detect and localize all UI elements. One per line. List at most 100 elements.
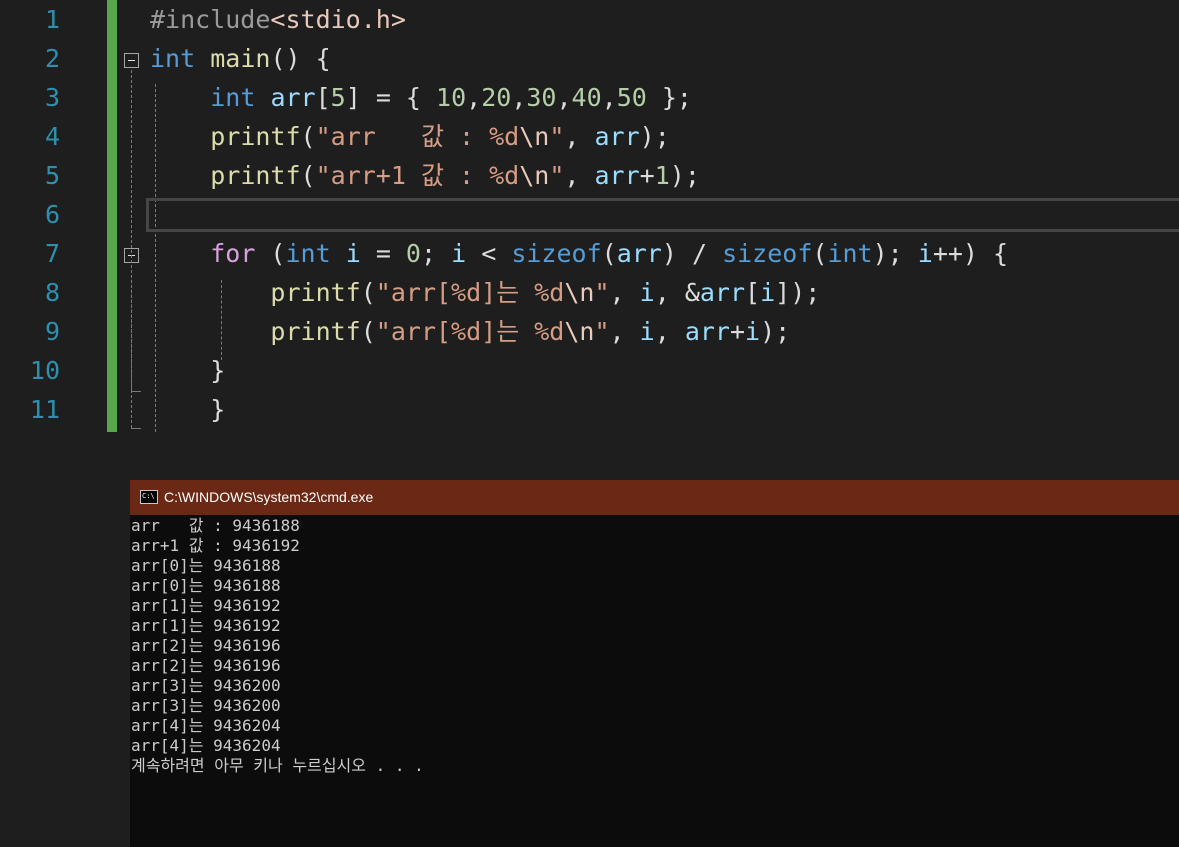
- code-token: sizeof: [511, 239, 602, 268]
- code-token: i: [745, 317, 761, 346]
- code-token: i: [917, 239, 933, 268]
- code-token: ;: [420, 239, 452, 268]
- code-token: ,: [654, 317, 685, 346]
- line-number: 10: [29, 356, 60, 385]
- code-token: ": [594, 278, 610, 307]
- code-token: (: [360, 317, 376, 346]
- outline-guide-end: [131, 428, 141, 429]
- code-token: (: [812, 239, 828, 268]
- code-line[interactable]: printf("arr 값 : %d\n", arr);: [150, 117, 670, 156]
- code-token: \n: [519, 161, 550, 190]
- line-number: 6: [44, 200, 60, 229]
- code-line[interactable]: }: [150, 390, 225, 429]
- line-number: 9: [44, 317, 60, 346]
- code-token: int: [827, 239, 873, 268]
- code-token: 30: [526, 83, 557, 112]
- change-indicator-bar: [107, 0, 117, 432]
- code-token: <stdio.h>: [270, 5, 406, 34]
- code-token: ,: [609, 278, 640, 307]
- code-token: \n: [564, 278, 595, 307]
- code-token: \n: [564, 317, 595, 346]
- code-token: #include: [150, 5, 271, 34]
- code-token: 20: [481, 83, 512, 112]
- code-token: () {: [270, 44, 331, 73]
- code-token: };: [646, 83, 692, 112]
- code-token: ]);: [775, 278, 821, 307]
- code-line[interactable]: printf("arr[%d]는 %d\n", i, &arr[i]);: [150, 273, 820, 312]
- console-line: arr[4]는 9436204: [131, 736, 281, 755]
- code-token: sizeof: [722, 239, 813, 268]
- code-token: );: [639, 122, 670, 151]
- code-token: [: [315, 83, 331, 112]
- code-token: main: [210, 44, 271, 73]
- console-output: arr 값 : 9436188 arr+1 값 : 9436192 arr[0]는 …: [131, 516, 424, 776]
- console-line: arr[0]는 9436188: [131, 576, 281, 595]
- outline-guide-end: [131, 391, 141, 392]
- console-line: arr[1]는 9436192: [131, 616, 281, 635]
- console-titlebar[interactable]: C:\WINDOWS\system32\cmd.exe: [130, 480, 1179, 515]
- console-line: arr[2]는 9436196: [131, 636, 281, 655]
- code-token: <: [466, 239, 512, 268]
- code-line[interactable]: int arr[5] = { 10,20,30,40,50 };: [150, 78, 692, 117]
- code-line[interactable]: #include<stdio.h>: [150, 0, 406, 39]
- code-token: [: [745, 278, 761, 307]
- code-token: printf: [210, 122, 301, 151]
- code-line[interactable]: printf("arr[%d]는 %d\n", i, arr+i);: [150, 312, 790, 351]
- console-window[interactable]: C:\WINDOWS\system32\cmd.exe arr 값 : 9436…: [130, 480, 1179, 847]
- code-token: 40: [571, 83, 602, 112]
- console-line: 계속하려면 아무 키나 누르십시오 . . .: [131, 756, 424, 775]
- line-number: 7: [44, 239, 60, 268]
- code-token: }: [150, 356, 226, 385]
- code-editor[interactable]: 1 2 3 4 5 6 7 8 9 10 11 #include<stdio.h…: [0, 0, 1179, 440]
- code-token: "arr 값 : %d: [315, 122, 520, 151]
- code-line[interactable]: for (int i = 0; i < sizeof(arr) / sizeof…: [150, 234, 1008, 273]
- code-token: arr: [594, 161, 640, 190]
- code-token: printf: [270, 317, 361, 346]
- code-token: );: [669, 161, 700, 190]
- code-token: ": [594, 317, 610, 346]
- collapse-main-icon[interactable]: [124, 53, 139, 68]
- code-token: 0: [405, 239, 421, 268]
- code-line[interactable]: }: [150, 351, 225, 390]
- code-token: (: [255, 239, 286, 268]
- code-token: ": [549, 122, 565, 151]
- code-line[interactable]: int main() {: [150, 39, 331, 78]
- console-line: arr[0]는 9436188: [131, 556, 281, 575]
- code-token: ) /: [661, 239, 723, 268]
- console-line: arr[2]는 9436196: [131, 656, 281, 675]
- console-line: arr[3]는 9436200: [131, 676, 281, 695]
- code-token: ] = {: [345, 83, 437, 112]
- outline-guide: [131, 265, 132, 391]
- code-token: arr: [699, 278, 746, 307]
- code-token: (: [601, 239, 617, 268]
- code-token: i: [451, 239, 467, 268]
- code-token: arr: [594, 122, 640, 151]
- code-token: arr: [684, 317, 730, 346]
- code-token: +: [639, 161, 655, 190]
- code-token: ,: [601, 83, 617, 112]
- code-token: =: [360, 239, 406, 268]
- code-token: ,: [564, 161, 595, 190]
- code-token: int: [285, 239, 331, 268]
- console-line: arr+1 값 : 9436192: [131, 536, 300, 555]
- code-token: ,: [564, 122, 595, 151]
- code-token: "arr+1 값 : %d: [315, 161, 520, 190]
- code-token: (: [300, 161, 316, 190]
- code-token: printf: [210, 161, 301, 190]
- code-token: (: [360, 278, 376, 307]
- line-number: 5: [44, 161, 60, 190]
- line-number: 8: [44, 278, 60, 307]
- code-line[interactable]: printf("arr+1 값 : %d\n", arr+1);: [150, 156, 700, 195]
- code-token: 10: [436, 83, 467, 112]
- code-token: int: [210, 83, 256, 112]
- code-token: }: [150, 395, 226, 424]
- code-token: arr: [270, 83, 316, 112]
- code-token: 5: [330, 83, 346, 112]
- code-token: 1: [654, 161, 670, 190]
